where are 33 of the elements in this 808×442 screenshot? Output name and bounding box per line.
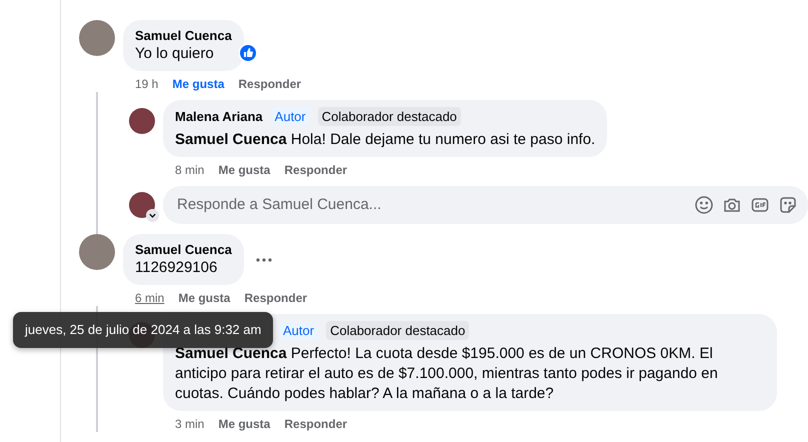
- comment-time[interactable]: 8 min: [175, 162, 204, 178]
- reply-link[interactable]: Responder: [238, 76, 302, 92]
- author-name[interactable]: Samuel Cuenca: [135, 241, 232, 258]
- sticker-icon[interactable]: [778, 195, 798, 215]
- like-link[interactable]: Me gusta: [178, 290, 230, 306]
- like-link[interactable]: Me gusta: [218, 162, 270, 178]
- avatar-photo[interactable]: [129, 108, 155, 134]
- like-link[interactable]: Me gusta: [172, 76, 224, 92]
- author-label: Autor: [270, 107, 310, 126]
- comment-time[interactable]: 6 min: [135, 290, 164, 306]
- reply-text: Samuel Cuenca Hola! Dale dejame tu numero asi te paso info.: [175, 130, 596, 150]
- reply-link[interactable]: Responder: [284, 162, 348, 178]
- comment-time[interactable]: 19 h: [135, 76, 158, 92]
- reply-input-field[interactable]: Responde a Samuel Cuenca...: [175, 192, 686, 218]
- author-label: Autor: [279, 321, 318, 340]
- comment-text: Yo lo quiero: [135, 44, 215, 64]
- reply-box[interactable]: Responde a Samuel Cuenca...: [163, 186, 808, 224]
- more-options-icon[interactable]: [256, 258, 272, 262]
- author-name[interactable]: Samuel Cuenca: [135, 27, 232, 44]
- like-reaction-icon[interactable]: [238, 43, 258, 63]
- reply-link[interactable]: Responder: [284, 416, 348, 432]
- top-contributor-label: Colaborador destacado: [318, 107, 461, 126]
- like-link[interactable]: Me gusta: [218, 416, 270, 432]
- top-contributor-label: Colaborador destacado: [326, 321, 470, 340]
- caret-icon[interactable]: [146, 209, 159, 222]
- avatar-photo[interactable]: [79, 20, 115, 56]
- author-name[interactable]: Malena Ariana: [175, 108, 263, 125]
- avatar-photo[interactable]: [79, 234, 115, 270]
- comment-time[interactable]: 3 min: [175, 416, 204, 432]
- emoji-icon[interactable]: [694, 195, 714, 215]
- date-tooltip: jueves, 25 de julio de 2024 a las 9:32 am: [13, 312, 274, 348]
- comment-text: 1126929106: [135, 258, 218, 278]
- reply-link[interactable]: Responder: [244, 290, 308, 306]
